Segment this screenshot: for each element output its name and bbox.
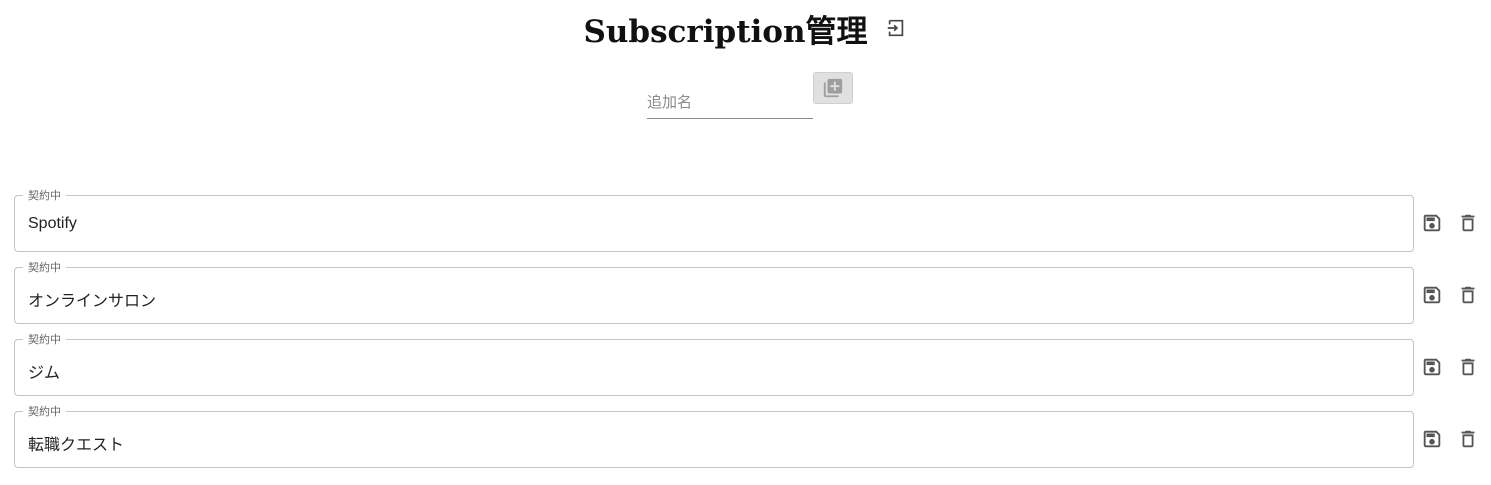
delete-button[interactable] — [1456, 283, 1480, 307]
save-icon — [1423, 286, 1441, 304]
add-button[interactable] — [813, 72, 853, 104]
save-button[interactable] — [1420, 211, 1444, 235]
subscription-name[interactable]: 転職クエスト — [28, 431, 124, 455]
subscription-name[interactable]: ジム — [28, 359, 60, 383]
subscription-item: 契約中 Spotify — [14, 190, 1414, 252]
delete-icon — [1461, 430, 1475, 448]
delete-icon — [1461, 358, 1475, 376]
add-name-input[interactable] — [647, 86, 813, 119]
status-label: 契約中 — [28, 189, 61, 202]
subscription-field[interactable]: 契約中 — [14, 406, 1414, 468]
status-label: 契約中 — [28, 405, 61, 418]
library-add-icon — [823, 78, 843, 98]
status-label: 契約中 — [28, 333, 61, 346]
subscription-name[interactable]: オンラインサロン — [28, 287, 156, 311]
save-icon — [1423, 430, 1441, 448]
save-button[interactable] — [1420, 427, 1444, 451]
subscription-field[interactable]: 契約中 — [14, 190, 1414, 252]
subscription-field[interactable]: 契約中 — [14, 334, 1414, 396]
page-title: Subscription管理 — [583, 13, 868, 50]
logout-icon — [887, 19, 903, 37]
subscription-item: 契約中 オンラインサロン — [14, 262, 1414, 324]
save-button[interactable] — [1420, 283, 1444, 307]
delete-button[interactable] — [1456, 211, 1480, 235]
delete-icon — [1461, 214, 1475, 232]
delete-button[interactable] — [1456, 427, 1480, 451]
header: Subscription管理 — [0, 6, 1491, 50]
subscription-name[interactable]: Spotify — [28, 215, 77, 233]
delete-button[interactable] — [1456, 355, 1480, 379]
subscription-item: 契約中 ジム — [14, 334, 1414, 396]
delete-icon — [1461, 286, 1475, 304]
subscription-field[interactable]: 契約中 — [14, 262, 1414, 324]
logout-button[interactable] — [884, 16, 908, 40]
save-icon — [1423, 214, 1441, 232]
subscription-item: 契約中 転職クエスト — [14, 406, 1414, 468]
save-icon — [1423, 358, 1441, 376]
save-button[interactable] — [1420, 355, 1444, 379]
status-label: 契約中 — [28, 261, 61, 274]
